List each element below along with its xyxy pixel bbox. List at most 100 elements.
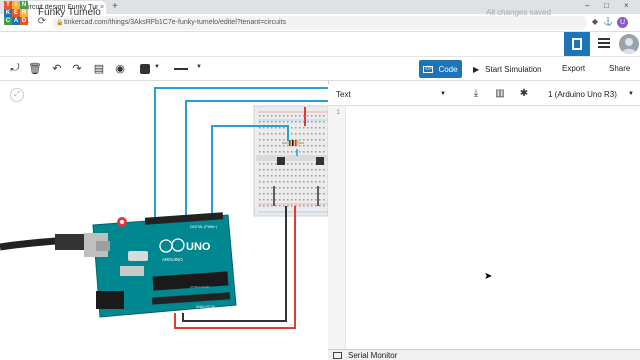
breadboard-hole [299, 145, 301, 147]
breadboard-hole [291, 121, 293, 123]
visibility-eye-icon[interactable]: ◉ [113, 62, 127, 75]
breadboard-hole [287, 187, 289, 189]
library-icon[interactable]: ▥ [494, 88, 506, 99]
breadboard-hole [299, 199, 301, 201]
breadboard-hole [263, 121, 265, 123]
breadboard-hole [299, 127, 301, 129]
breadboard-hole [311, 163, 313, 165]
serial-monitor-label: Serial Monitor [348, 351, 398, 360]
breadboard-hole [315, 145, 317, 147]
delete-icon[interactable]: 🗑 [28, 62, 42, 75]
breadboard-hole [311, 181, 313, 183]
export-button[interactable]: Export [562, 60, 585, 78]
breadboard-hole [315, 169, 317, 171]
breadboard-hole [307, 205, 309, 207]
line-number-gutter [328, 106, 346, 350]
pushbutton[interactable] [316, 157, 324, 165]
component-list-icon[interactable] [598, 38, 610, 48]
logo-letter: R [20, 9, 28, 17]
app-header [0, 32, 640, 57]
breadboard-hole [259, 163, 261, 165]
circuit-view-button[interactable] [564, 32, 590, 56]
breadboard-hole [307, 151, 309, 153]
debugger-bug-icon[interactable]: ✱ [518, 88, 530, 99]
wire-color-swatch[interactable] [140, 64, 150, 74]
code-mode-value: Text [336, 90, 351, 99]
breadboard-hole [323, 181, 325, 183]
close-window-button[interactable]: × [624, 1, 629, 10]
maximize-button[interactable]: □ [604, 1, 609, 10]
start-simulation-button[interactable]: ▶ Start Simulation [469, 60, 553, 78]
breadboard-hole [319, 193, 321, 195]
wire-dropdown-chevron-icon[interactable]: ▼ [196, 64, 202, 70]
breadboard-hole [303, 169, 305, 171]
extension-anchor-icon[interactable]: ⚓ [603, 17, 613, 27]
breadboard-hole [303, 175, 305, 177]
profile-avatar[interactable]: U [617, 17, 628, 28]
url-field[interactable]: 🔒 tinkercad.com/things/3AksRFb1C7e-funky… [52, 16, 587, 30]
breadboard-hole [259, 169, 261, 171]
breadboard-hole [311, 121, 313, 123]
color-dropdown-chevron-icon[interactable]: ▼ [154, 64, 160, 70]
breadboard-hole [259, 127, 261, 129]
redo-icon[interactable]: ↷ [70, 62, 84, 75]
breadboard-hole [279, 127, 281, 129]
code-editor[interactable] [347, 106, 640, 349]
breadboard-hole [303, 133, 305, 135]
breadboard-hole [275, 133, 277, 135]
breadboard-hole [259, 175, 261, 177]
breadboard-hole [275, 205, 277, 207]
breadboard-hole [283, 205, 285, 207]
pushbutton[interactable] [277, 157, 285, 165]
breadboard-hole [283, 175, 285, 177]
breadboard-hole [307, 187, 309, 189]
mode-dropdown-chevron-icon: ▼ [440, 91, 446, 97]
breadboard-hole [303, 151, 305, 153]
breadboard-hole [287, 181, 289, 183]
breadboard-hole [263, 151, 265, 153]
breadboard-hole [295, 175, 297, 177]
breadboard-hole [307, 133, 309, 135]
breadboard-hole [291, 181, 293, 183]
breadboard-hole [267, 139, 269, 141]
notes-icon[interactable]: ▤ [92, 62, 106, 75]
breadboard-hole [315, 127, 317, 129]
line-number: 1 [336, 109, 341, 117]
breadboard-hole [279, 199, 281, 201]
arduino-uno-board[interactable]: UNO ARDUINO DIGITAL (PWM~) ANALOG IN ATM… [92, 212, 237, 318]
breadboard-hole [271, 187, 273, 189]
breadboard-hole [307, 115, 309, 117]
breadboard-hole [263, 205, 265, 207]
rotate-icon[interactable]: ⤾ [8, 62, 22, 75]
extension-icon[interactable]: ◆ [590, 17, 600, 27]
serial-monitor-bar[interactable]: Serial Monitor [328, 349, 640, 360]
share-button[interactable]: Share [609, 60, 630, 78]
breadboard-hole [263, 169, 265, 171]
breadboard-hole [319, 121, 321, 123]
breadboard-hole [319, 145, 321, 147]
breadboard-hole [291, 205, 293, 207]
download-icon[interactable]: ⤓ [470, 88, 482, 99]
code-button[interactable]: </> Code [419, 60, 462, 78]
breadboard-hole [311, 199, 313, 201]
minimize-button[interactable]: – [585, 1, 589, 10]
user-avatar[interactable] [619, 34, 639, 54]
breadboard-hole [319, 151, 321, 153]
breadboard-hole [307, 145, 309, 147]
device-select[interactable]: 1 (Arduino Uno R3) ▼ [548, 87, 634, 102]
breadboard-hole [279, 115, 281, 117]
tinkercad-logo[interactable]: TINKERCAD [4, 1, 28, 25]
wire-type-selector[interactable] [174, 68, 188, 70]
breadboard-hole [319, 175, 321, 177]
breadboard-hole [315, 205, 317, 207]
undo-icon[interactable]: ↶ [50, 62, 64, 75]
project-title[interactable]: Funky Tumelo [38, 7, 101, 18]
breadboard-hole [271, 139, 273, 141]
breadboard-hole [311, 145, 313, 147]
code-mode-select[interactable]: Text ▼ [336, 87, 448, 102]
new-tab-button[interactable]: + [112, 1, 118, 12]
breadboard-hole [275, 115, 277, 117]
breadboard-hole [267, 127, 269, 129]
breadboard-hole [283, 187, 285, 189]
breadboard-hole [263, 115, 265, 117]
